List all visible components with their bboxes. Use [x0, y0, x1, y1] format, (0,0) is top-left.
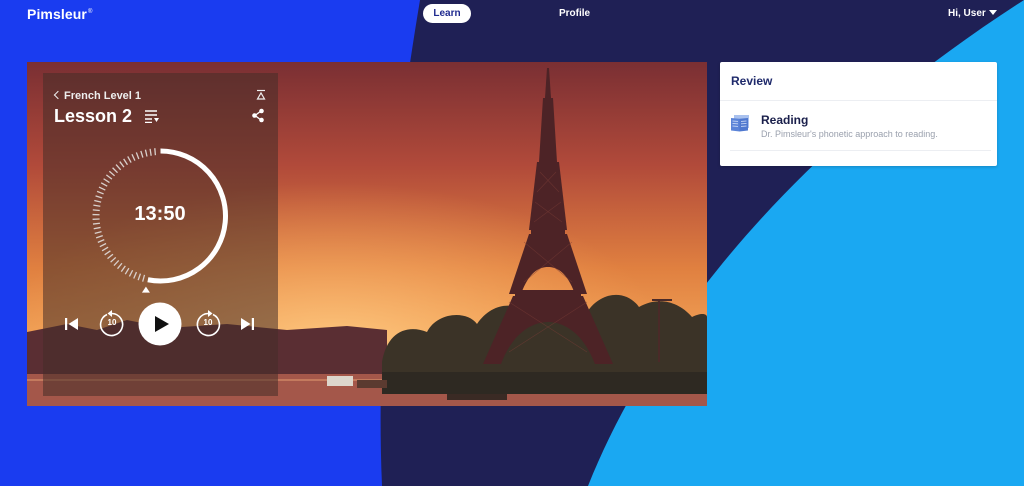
progress-tick — [104, 250, 111, 256]
play-icon — [138, 302, 182, 346]
progress-tick — [135, 152, 140, 160]
divider — [730, 150, 991, 151]
progress-tick — [94, 230, 102, 234]
audio-player-panel: French Level 1 Lesson 2 13:50 10 10 — [43, 73, 278, 396]
collapse-icon[interactable] — [256, 89, 266, 101]
progress-tick — [110, 256, 117, 263]
rewind-seconds-label: 10 — [107, 318, 117, 327]
caret-down-icon — [988, 10, 997, 15]
progress-tick — [117, 262, 123, 270]
playlist-icon[interactable] — [144, 109, 160, 123]
play-button[interactable] — [138, 302, 182, 346]
review-title: Review — [731, 74, 773, 88]
rewind-10-button[interactable]: 10 — [99, 309, 125, 337]
progress-tick — [119, 161, 125, 168]
pimsleur-logo[interactable]: Pimsleur® — [27, 6, 92, 22]
share-icon[interactable] — [251, 108, 265, 123]
course-back-link[interactable]: French Level 1 — [53, 90, 142, 102]
progress-tick — [120, 265, 126, 272]
skip-next-icon — [241, 318, 254, 330]
chevron-left-icon — [53, 90, 63, 100]
skip-previous-button[interactable] — [64, 317, 80, 331]
progress-tick — [128, 269, 134, 277]
divider — [720, 100, 997, 101]
progress-tick — [95, 235, 103, 239]
progress-tick — [96, 190, 104, 195]
progress-tick — [100, 182, 108, 187]
progress-tick — [115, 164, 122, 171]
user-greeting: Hi, User — [948, 8, 986, 19]
progress-tick — [103, 178, 110, 184]
progress-tick — [108, 170, 116, 177]
progress-tick — [95, 195, 103, 199]
progress-tick — [137, 273, 142, 281]
skip-next-button[interactable] — [239, 317, 255, 331]
nav-tab-profile[interactable]: Profile — [559, 8, 590, 19]
review-item-reading[interactable]: Reading Dr. Pimsleur's phonetic approach… — [720, 102, 997, 150]
lesson-title: Lesson 2 — [54, 106, 133, 126]
progress-tick — [140, 150, 144, 158]
progress-tick — [123, 158, 129, 166]
forward-seconds-label: 10 — [203, 318, 213, 327]
progress-tick — [149, 148, 152, 156]
progress-tick — [124, 267, 130, 275]
progress-tick — [105, 174, 113, 180]
review-item-description: Dr. Pimsleur's phonetic approach to read… — [761, 129, 938, 139]
progress-tick — [112, 167, 118, 174]
top-navigation: Pimsleur® Learn Profile Hi, User — [0, 0, 1024, 28]
progress-tick — [131, 153, 136, 161]
progress-tick — [127, 156, 132, 163]
logo-registered-mark: ® — [87, 9, 93, 16]
progress-tick — [97, 239, 105, 243]
book-icon — [731, 115, 749, 132]
progress-tick — [142, 274, 146, 282]
skip-previous-icon — [65, 318, 78, 330]
progress-tick — [94, 199, 102, 203]
user-menu[interactable]: Hi, User — [948, 8, 997, 19]
time-remaining: 13:50 — [134, 203, 186, 225]
progress-tick — [101, 246, 109, 252]
progress-tick — [98, 186, 106, 191]
logo-text: Pimsleur — [27, 6, 87, 22]
progress-tick — [107, 253, 114, 260]
progress-tick — [154, 148, 157, 156]
review-item-title: Reading — [761, 113, 809, 127]
progress-tick — [99, 242, 107, 248]
progress-tick — [113, 260, 120, 267]
nav-tab-learn[interactable]: Learn — [423, 4, 471, 23]
course-name: French Level 1 — [64, 90, 142, 102]
progress-tick — [144, 149, 148, 157]
progress-marker — [141, 286, 150, 293]
forward-10-button[interactable]: 10 — [195, 309, 221, 337]
review-card: Review Reading Dr. Pimsleur's phonetic a… — [720, 62, 997, 166]
progress-tick — [133, 271, 138, 279]
progress-tick — [93, 226, 101, 230]
